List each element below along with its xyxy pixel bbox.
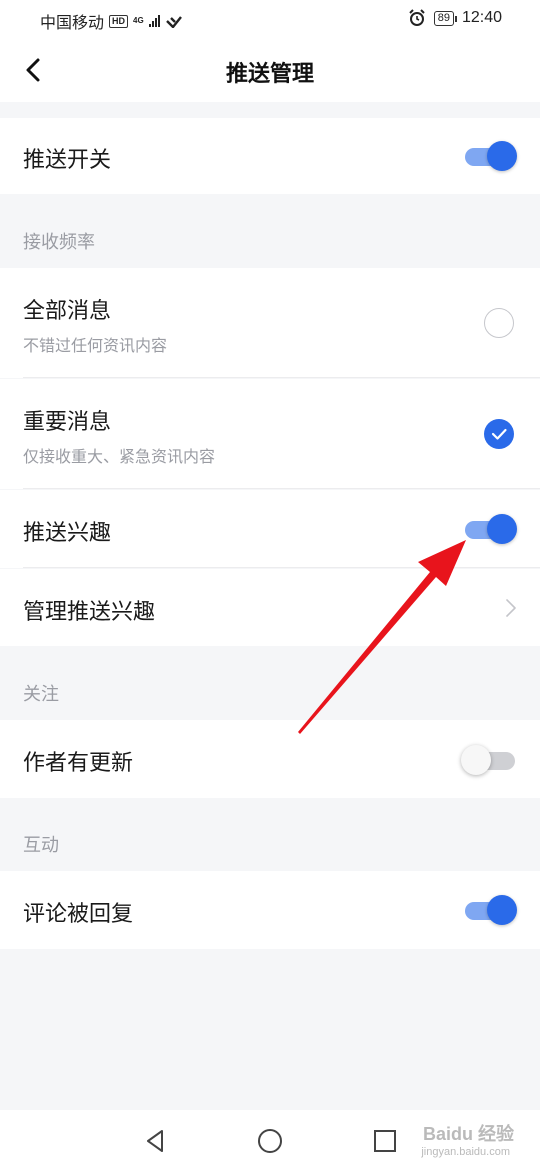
push-interest-label: 推送兴趣	[23, 521, 112, 546]
all-messages-radio[interactable]	[484, 308, 514, 338]
status-bar: 中国移动 HD 4G 89 12:40	[0, 0, 540, 38]
hd-badge: HD	[109, 14, 129, 28]
wifi-calling-icon	[165, 16, 182, 28]
push-interest-toggle[interactable]	[465, 514, 517, 544]
important-messages-subtitle: 仅接收重大、紧急资讯内容	[23, 447, 216, 466]
push-interest-row[interactable]: 推送兴趣	[0, 490, 540, 568]
important-messages-radio[interactable]	[484, 419, 514, 449]
watermark-brand: Baidu 经验	[422, 1124, 514, 1144]
all-messages-label: 全部消息	[23, 299, 112, 324]
push-switch-label: 推送开关	[23, 148, 112, 173]
page-title: 推送管理	[225, 62, 314, 87]
all-messages-subtitle: 不错过任何资讯内容	[23, 336, 168, 355]
network-label: 4G	[133, 16, 144, 25]
push-switch-row[interactable]: 推送开关	[0, 118, 540, 194]
toggle-knob	[487, 514, 517, 544]
author-update-label: 作者有更新	[23, 751, 134, 776]
comment-reply-row[interactable]: 评论被回复	[0, 871, 540, 949]
toggle-knob	[461, 745, 491, 775]
divider	[23, 377, 540, 378]
author-update-toggle[interactable]	[461, 745, 515, 775]
author-update-row[interactable]: 作者有更新	[0, 720, 540, 798]
recents-square-icon[interactable]	[370, 1126, 400, 1156]
divider	[23, 567, 540, 568]
divider	[23, 488, 540, 489]
push-switch-toggle[interactable]	[465, 141, 517, 171]
comment-reply-toggle[interactable]	[465, 895, 517, 925]
manage-interest-row[interactable]: 管理推送兴趣	[0, 569, 540, 646]
back-triangle-icon[interactable]	[140, 1126, 170, 1156]
important-messages-row[interactable]: 重要消息 仅接收重大、紧急资讯内容	[0, 379, 540, 489]
chevron-right-icon	[506, 599, 516, 617]
toggle-knob	[487, 895, 517, 925]
signal-icon	[148, 15, 160, 27]
manage-interest-label: 管理推送兴趣	[23, 600, 156, 625]
comment-reply-label: 评论被回复	[23, 902, 134, 927]
alarm-icon	[408, 9, 425, 26]
important-messages-label: 重要消息	[23, 410, 112, 435]
battery-icon: 89	[433, 10, 458, 26]
toggle-knob	[487, 141, 517, 171]
watermark-url: jingyan.baidu.com	[421, 1146, 510, 1158]
home-circle-icon[interactable]	[255, 1126, 285, 1156]
checkmark-icon	[491, 428, 507, 440]
top-app-bar: 推送管理	[0, 38, 540, 102]
section-header-interaction: 互动	[23, 835, 59, 856]
carrier-label: 中国移动	[40, 15, 105, 32]
clock: 12:40	[461, 9, 502, 26]
all-messages-row[interactable]: 全部消息 不错过任何资讯内容	[0, 268, 540, 378]
section-header-follow: 关注	[23, 684, 59, 705]
section-header-frequency: 接收频率	[23, 232, 95, 253]
